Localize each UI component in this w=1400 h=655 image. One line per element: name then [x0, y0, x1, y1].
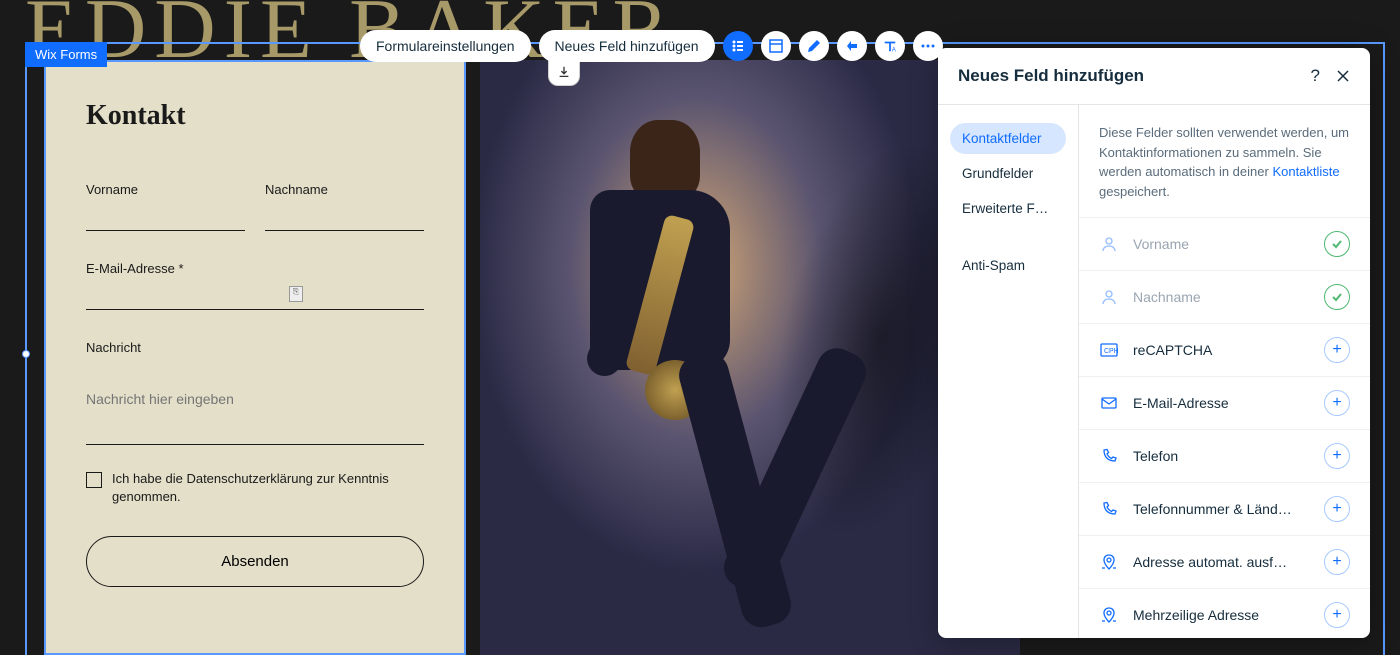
firstname-label: Vorname [86, 182, 245, 197]
message-label: Nachricht [86, 340, 424, 355]
contact-list-link[interactable]: Kontaktliste [1272, 164, 1339, 179]
field-label: Telefonnummer & Länd… [1133, 501, 1310, 517]
selection-handle[interactable] [22, 350, 30, 358]
panel-title: Neues Feld hinzufügen [958, 66, 1144, 86]
category-list: Kontaktfelder Grundfelder Erweiterte Fel… [938, 105, 1078, 638]
category-advanced-fields[interactable]: Erweiterte Fel… [950, 193, 1066, 224]
captcha-icon: CPH [1099, 340, 1119, 360]
add-field-action[interactable]: + [1324, 549, 1350, 575]
category-basic-fields[interactable]: Grundfelder [950, 158, 1066, 189]
check-icon [1324, 231, 1350, 257]
field-label: Nachname [1133, 289, 1310, 305]
check-icon [1324, 284, 1350, 310]
properties-icon[interactable] [723, 31, 753, 61]
phone-icon [1099, 446, 1119, 466]
download-icon[interactable] [548, 58, 580, 86]
field-list: VornameNachnameCPHreCAPTCHA+E-Mail-Adres… [1079, 217, 1370, 638]
wix-forms-badge[interactable]: Wix Forms [25, 42, 107, 67]
field-row[interactable]: Nachname [1079, 270, 1370, 323]
add-field-action[interactable]: + [1324, 496, 1350, 522]
field-row[interactable]: CPH reCAPTCHA + [1079, 323, 1370, 376]
person-icon [1099, 234, 1119, 254]
field-row[interactable]: Adresse automat. ausf… + [1079, 535, 1370, 588]
pin-icon [1099, 552, 1119, 572]
form-title: Kontakt [86, 100, 424, 132]
submit-button[interactable]: Absenden [86, 536, 424, 587]
editor-toolbar: Formulareinstellungen Neues Feld hinzufü… [360, 30, 943, 62]
svg-text:CPH: CPH [1104, 348, 1118, 355]
add-field-action[interactable]: + [1324, 602, 1350, 628]
person-icon [1099, 287, 1119, 307]
field-description: Diese Felder sollten verwendet werden, u… [1079, 105, 1370, 217]
field-row[interactable]: Vorname [1079, 217, 1370, 270]
mail-icon [1099, 393, 1119, 413]
close-icon[interactable] [1336, 69, 1350, 83]
lastname-label: Nachname [265, 182, 424, 197]
message-textarea[interactable] [86, 385, 424, 445]
field-label: reCAPTCHA [1133, 342, 1310, 358]
pin-icon [1099, 605, 1119, 625]
contact-form[interactable]: Kontakt Vorname Nachname ⎘ E-Mail-Adress… [44, 60, 466, 655]
field-row[interactable]: Telefon + [1079, 429, 1370, 482]
add-field-panel: Neues Feld hinzufügen ? Kontaktfelder Gr… [938, 48, 1370, 638]
add-field-action[interactable]: + [1324, 337, 1350, 363]
category-anti-spam[interactable]: Anti-Spam [950, 250, 1066, 281]
phone-icon [1099, 499, 1119, 519]
more-icon[interactable] [913, 31, 943, 61]
add-field-action[interactable]: + [1324, 443, 1350, 469]
design-icon[interactable] [799, 31, 829, 61]
field-label: E-Mail-Adresse [1133, 395, 1310, 411]
help-icon[interactable]: ? [1311, 66, 1320, 86]
field-label: Vorname [1133, 236, 1310, 252]
layout-icon[interactable] [761, 31, 791, 61]
text-settings-icon[interactable]: A [875, 31, 905, 61]
email-input[interactable] [86, 282, 424, 310]
field-row[interactable]: Telefonnummer & Länd… + [1079, 482, 1370, 535]
animation-icon[interactable] [837, 31, 867, 61]
add-field-action[interactable]: + [1324, 390, 1350, 416]
field-row[interactable]: E-Mail-Adresse + [1079, 376, 1370, 429]
svg-text:A: A [891, 46, 896, 53]
field-label: Adresse automat. ausf… [1133, 554, 1310, 570]
field-row[interactable]: Mehrzeilige Adresse + [1079, 588, 1370, 638]
form-settings-button[interactable]: Formulareinstellungen [360, 30, 531, 62]
add-field-button[interactable]: Neues Feld hinzufügen [539, 30, 715, 62]
privacy-label: Ich habe die Datenschutzerklärung zur Ke… [112, 470, 424, 506]
field-label: Mehrzeilige Adresse [1133, 607, 1310, 623]
category-contact-fields[interactable]: Kontaktfelder [950, 123, 1066, 154]
firstname-input[interactable] [86, 203, 245, 231]
contact-icon-marker: ⎘ [289, 286, 303, 302]
email-label: E-Mail-Adresse * [86, 261, 424, 276]
field-label: Telefon [1133, 448, 1310, 464]
privacy-checkbox[interactable] [86, 472, 102, 488]
lastname-input[interactable] [265, 203, 424, 231]
